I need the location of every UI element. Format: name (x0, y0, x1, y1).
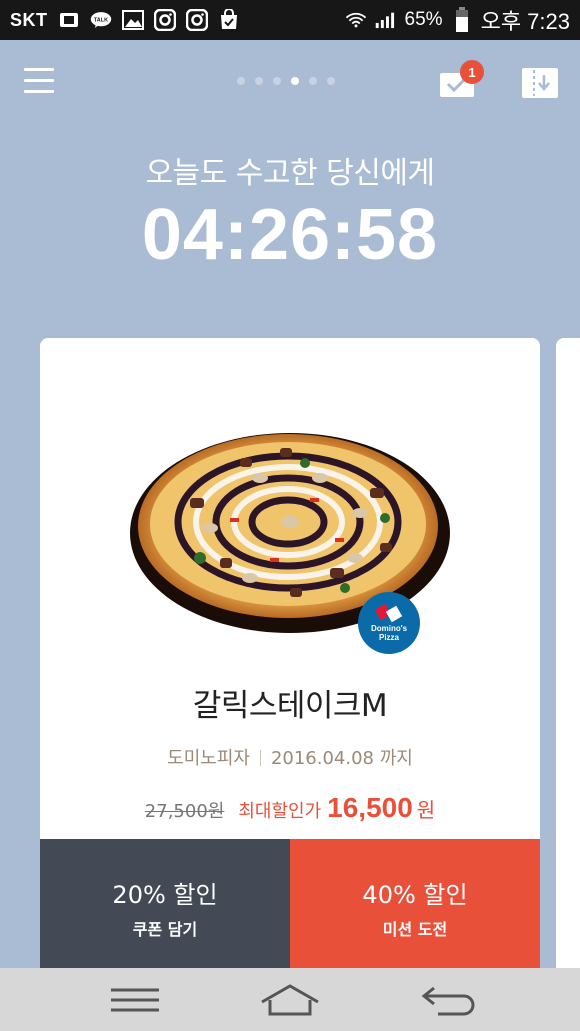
next-card-peek[interactable] (556, 338, 580, 978)
menu-nav-icon[interactable] (95, 980, 175, 1020)
kakaotalk-label: TALK (93, 18, 107, 24)
carrier-label: SKT (10, 9, 48, 30)
mission-challenge-button[interactable]: 40% 할인 미션 도전 (290, 839, 540, 978)
kakaotalk-icon: TALK (90, 9, 112, 31)
product-meta: 도미노피자 2016.04.08 까지 (40, 744, 540, 770)
original-price: 27,500원 (144, 801, 225, 822)
max-discount-label: 최대할인가 (238, 801, 322, 822)
home-nav-icon[interactable] (250, 980, 330, 1020)
sim-card-icon (58, 9, 80, 31)
menu-icon[interactable] (24, 68, 56, 94)
shopping-bag-icon (218, 9, 240, 31)
instagram-icon-2 (185, 9, 208, 31)
coupon-card[interactable]: Domino's Pizza 갈릭스테이크M 도미노피자 2016.04.08 까… (40, 338, 540, 978)
coupon-save-button[interactable]: 20% 할인 쿠폰 담기 (40, 839, 290, 978)
gallery-icon (121, 9, 144, 31)
page-dot (309, 77, 317, 85)
battery-percentage: 65% (404, 9, 443, 30)
mission-title: 40% 할인 (362, 881, 468, 909)
brand-name: 도미노피자 (167, 748, 250, 769)
page-dot (291, 77, 299, 85)
signal-icon (375, 9, 397, 31)
battery-icon (451, 7, 473, 32)
sale-price: 16,500 (327, 792, 413, 823)
coupon-save-title: 20% 할인 (112, 881, 218, 909)
dominos-logo: Domino's Pizza (358, 592, 420, 654)
status-bar: SKT TALK 65% 오후 7:23 (0, 0, 580, 40)
app-header: 1 (0, 40, 580, 124)
product-name: 갈릭스테이크M (192, 688, 388, 724)
page-dot (237, 77, 245, 85)
wifi-icon (345, 9, 367, 31)
mission-subtitle: 미션 도전 (382, 920, 448, 939)
greeting-text: 오늘도 수고한 당신에게 (145, 156, 435, 191)
coupon-save-subtitle: 쿠폰 담기 (132, 920, 198, 939)
currency-unit: 원 (416, 798, 436, 822)
price-row: 27,500원 최대할인가 16,500 원 (40, 792, 540, 824)
instagram-icon (153, 9, 176, 31)
system-nav-bar (0, 968, 580, 1031)
page-indicator (237, 77, 335, 85)
clock: 오후 7:23 (480, 9, 570, 34)
countdown-timer: 04:26:58 (141, 195, 439, 275)
back-nav-icon[interactable] (410, 980, 490, 1020)
meta-divider (259, 750, 261, 766)
page-dot (327, 77, 335, 85)
notification-badge: 1 (460, 60, 484, 84)
page-dot (273, 77, 281, 85)
download-icon[interactable] (522, 68, 558, 98)
page-dot (255, 77, 263, 85)
dominos-logo-text: Domino's Pizza (370, 624, 408, 642)
expiry-date: 2016.04.08 까지 (270, 748, 413, 769)
